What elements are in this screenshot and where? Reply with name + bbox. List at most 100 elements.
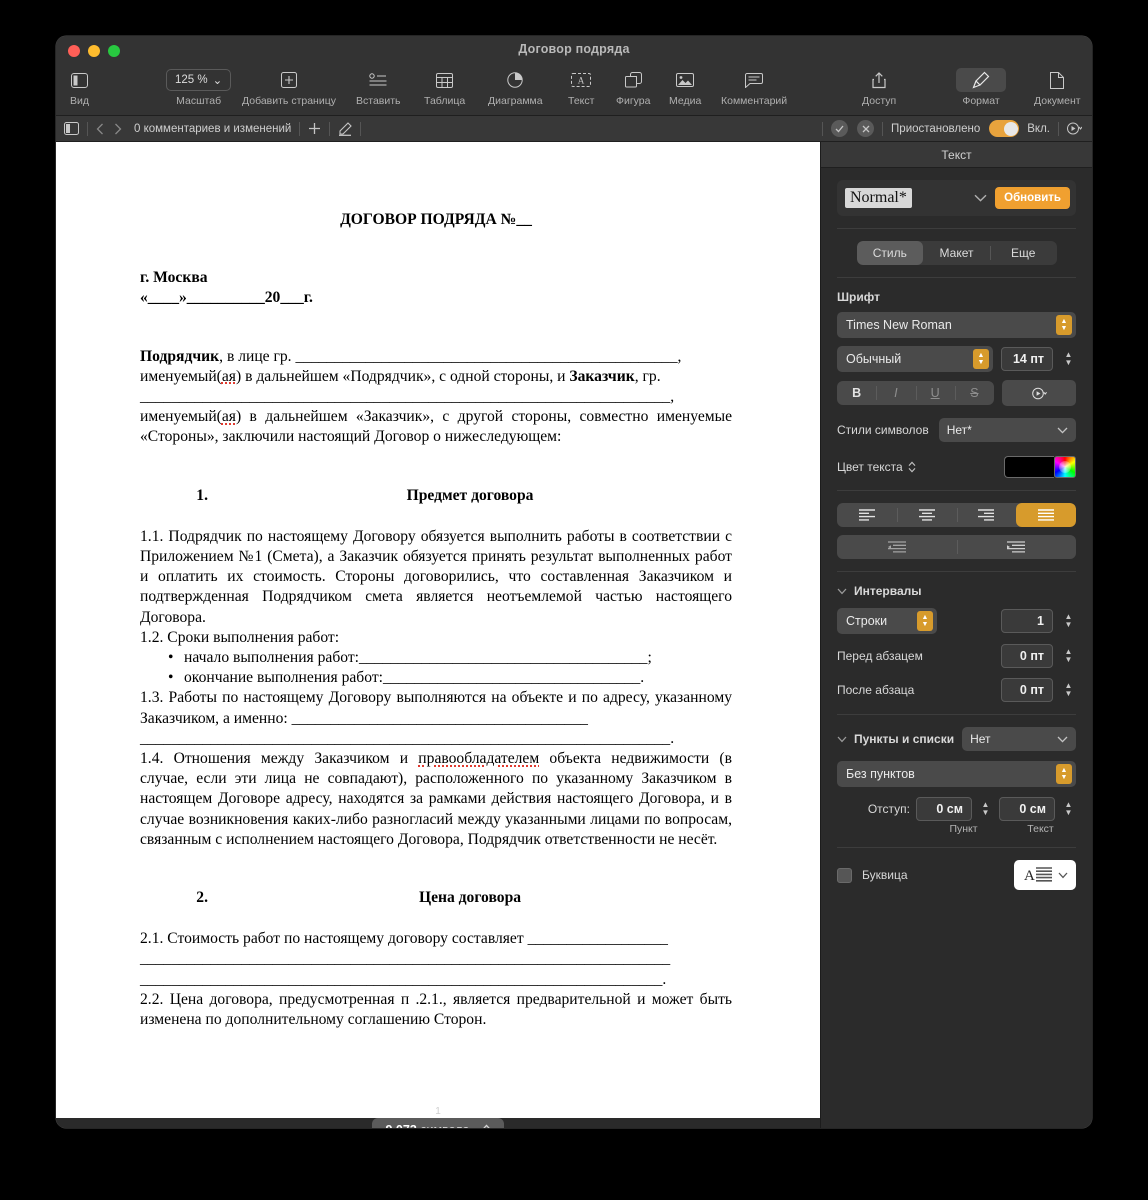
tracking-status-label: Приостановлено: [891, 122, 981, 135]
list-item: окончание выполнения работ:_____________…: [140, 668, 732, 688]
document-body[interactable]: ДОГОВОР ПОДРЯДА №__ г. Москва «____»____…: [140, 210, 732, 1030]
chevron-down-icon[interactable]: [974, 194, 987, 202]
toolbar-shape-button[interactable]: Фигура: [616, 68, 651, 107]
font-options-button[interactable]: [1002, 380, 1076, 406]
svg-text:A: A: [1024, 868, 1035, 884]
highlight-pen-icon[interactable]: [338, 121, 353, 136]
font-emphasis-buttons[interactable]: B I U S: [837, 381, 994, 405]
align-left-button[interactable]: [837, 503, 897, 527]
stepper-icon[interactable]: ▲ ▼: [973, 349, 989, 369]
italic-button[interactable]: I: [876, 381, 915, 405]
char-styles-select[interactable]: Нет*: [938, 418, 1076, 442]
bold-button[interactable]: B: [837, 381, 876, 405]
stepper-icon[interactable]: ▲ ▼: [1056, 764, 1072, 784]
zoom-value-pill[interactable]: 125 % ⌄: [166, 68, 232, 92]
after-paragraph-stepper[interactable]: ▲ ▼: [1061, 678, 1076, 702]
toolbar-share-button[interactable]: Доступ: [862, 68, 896, 107]
format-tabs[interactable]: Стиль Макет Еще: [856, 241, 1057, 265]
text-box-icon: A: [571, 68, 592, 92]
line-spacing-input[interactable]: 1: [1001, 609, 1053, 633]
strikethrough-button[interactable]: S: [954, 381, 994, 405]
chevron-down-icon: [1057, 736, 1068, 743]
accept-change-button[interactable]: [831, 120, 849, 137]
dropcap-checkbox[interactable]: [837, 867, 852, 883]
doc-party-line-3: ________________________________________…: [140, 388, 675, 406]
updown-chevron-icon[interactable]: [482, 1123, 491, 1128]
sidebar-title: Текст: [821, 142, 1092, 168]
text-color-swatch[interactable]: [1004, 456, 1054, 478]
tab-more[interactable]: Еще: [989, 241, 1057, 265]
doc-title: ДОГОВОР ПОДРЯДА №__: [340, 211, 532, 228]
line-spacing-mode-select[interactable]: Строки ▲ ▼: [837, 608, 937, 634]
align-center-button[interactable]: [896, 503, 957, 527]
tracking-toggle[interactable]: [989, 120, 1020, 137]
bullets-preset-select[interactable]: Нет: [962, 727, 1076, 751]
bullet-indent-stepper[interactable]: ▲ ▼: [978, 797, 993, 821]
stepper-icon[interactable]: ▲ ▼: [917, 611, 933, 631]
toolbar-format-button[interactable]: Формат: [956, 68, 1006, 107]
after-paragraph-input[interactable]: 0 пт: [1001, 678, 1053, 702]
font-family-value: Times New Roman: [846, 318, 952, 332]
toolbar-table-button[interactable]: Таблица: [424, 68, 465, 107]
bullets-section-header[interactable]: Пункты и списки: [837, 732, 954, 746]
line-spacing-stepper[interactable]: ▲ ▼: [1061, 609, 1076, 633]
text-indent-input[interactable]: 0 см: [999, 797, 1055, 821]
stepper-icon[interactable]: ▲ ▼: [1056, 315, 1072, 335]
section-2-title: Цена договора: [418, 889, 522, 907]
increase-indent-button[interactable]: [956, 535, 1077, 559]
before-paragraph-input[interactable]: 0 пт: [1001, 644, 1053, 668]
update-style-button[interactable]: Обновить: [995, 187, 1070, 209]
indent-buttons[interactable]: [837, 535, 1076, 559]
toolbar-add-page-button[interactable]: Добавить страницу: [242, 68, 336, 107]
zoom-value: 125 %: [175, 74, 208, 86]
toolbar-zoom-control[interactable]: 125 % ⌄ Масштаб: [166, 68, 232, 107]
toolbar-comment-button[interactable]: Комментарий: [721, 68, 787, 107]
document-page[interactable]: ДОГОВОР ПОДРЯДА №__ г. Москва «____»____…: [56, 142, 820, 1118]
spacing-section-header[interactable]: Интервалы: [837, 584, 1076, 598]
toolbar-document-button[interactable]: Документ: [1034, 68, 1081, 107]
updown-chevron-icon[interactable]: [908, 461, 916, 473]
toolbar-text-label: Текст: [568, 95, 595, 107]
toolbar-media-button[interactable]: Медиа: [669, 68, 701, 107]
dropcap-style-button[interactable]: A: [1014, 860, 1076, 890]
dropcap-label: Буквица: [862, 868, 908, 882]
underline-button[interactable]: U: [915, 381, 955, 405]
next-change-button[interactable]: [114, 123, 122, 135]
text-color-label: Цвет текста: [837, 460, 903, 474]
tab-style[interactable]: Стиль: [856, 241, 924, 265]
toolbar-chart-label: Диаграмма: [488, 95, 543, 107]
toolbar-view-button[interactable]: Вид: [70, 68, 89, 107]
font-size-stepper[interactable]: ▲ ▼: [1061, 347, 1076, 371]
before-paragraph-stepper[interactable]: ▲ ▼: [1061, 644, 1076, 668]
char-styles-value: Нет*: [946, 423, 972, 437]
text-indent-stepper[interactable]: ▲ ▼: [1061, 797, 1076, 821]
toggle-comments-pane-icon[interactable]: [64, 122, 79, 135]
tracking-options-icon[interactable]: [1067, 122, 1082, 135]
previous-change-button[interactable]: [96, 123, 104, 135]
toolbar-document-label: Документ: [1034, 95, 1081, 107]
color-wheel-icon[interactable]: [1054, 456, 1076, 478]
workspace: ДОГОВОР ПОДРЯДА №__ г. Москва «____»____…: [56, 142, 1092, 1128]
bullets-type-select[interactable]: Без пунктов ▲ ▼: [837, 761, 1076, 787]
add-comment-icon[interactable]: [308, 122, 321, 135]
toolbar-comment-label: Комментарий: [721, 95, 788, 107]
tab-layout[interactable]: Макет: [923, 241, 990, 265]
doc-clause-2-1: 2.1. Стоимость работ по настоящему догов…: [140, 930, 668, 948]
toolbar-insert-button[interactable]: Вставить: [356, 68, 401, 107]
font-size-input[interactable]: 14 пт: [1001, 347, 1053, 371]
font-style-select[interactable]: Обычный ▲ ▼: [837, 346, 993, 372]
align-right-button[interactable]: [956, 503, 1017, 527]
toolbar-chart-button[interactable]: Диаграмма: [488, 68, 543, 107]
bullet-indent-input[interactable]: 0 см: [916, 797, 972, 821]
font-family-select[interactable]: Times New Roman ▲ ▼: [837, 312, 1076, 338]
paragraph-style-control[interactable]: Normal* Обновить: [837, 180, 1076, 216]
horizontal-alignment-buttons[interactable]: [837, 503, 1076, 527]
decrease-indent-button[interactable]: [837, 535, 957, 559]
comment-icon: [745, 68, 764, 92]
reject-change-button[interactable]: [857, 120, 875, 137]
align-justify-button[interactable]: [1016, 503, 1076, 527]
character-count-pill[interactable]: 9 073 символа: [372, 1118, 504, 1128]
toolbar-text-button[interactable]: A Текст: [568, 68, 594, 107]
document-canvas[interactable]: ДОГОВОР ПОДРЯДА №__ г. Москва «____»____…: [56, 142, 820, 1128]
section-1-number: 1.: [196, 486, 208, 504]
